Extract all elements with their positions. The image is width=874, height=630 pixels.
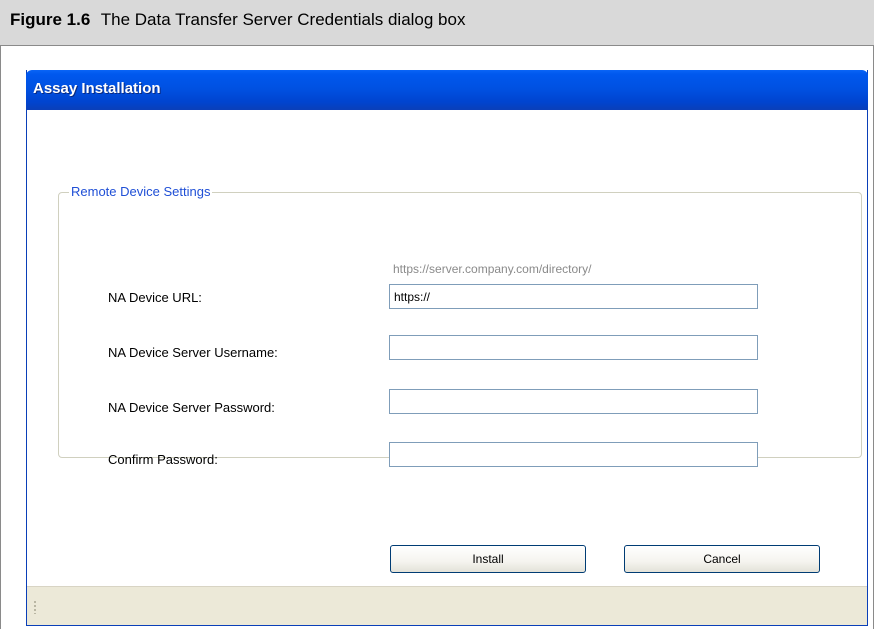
group-legend: Remote Device Settings bbox=[69, 184, 213, 199]
resize-grip-icon[interactable] bbox=[34, 600, 36, 614]
confirm-password-label: Confirm Password: bbox=[108, 452, 218, 467]
assay-installation-window: Assay Installation Remote Device Setting… bbox=[26, 70, 868, 626]
figure-caption-text: The Data Transfer Server Credentials dia… bbox=[100, 10, 466, 29]
device-url-label: NA Device URL: bbox=[108, 290, 202, 305]
status-bar bbox=[27, 586, 867, 625]
server-username-input[interactable] bbox=[389, 335, 758, 360]
url-format-hint: https://server.company.com/directory/ bbox=[393, 262, 592, 276]
server-password-label: NA Device Server Password: bbox=[108, 400, 275, 415]
window-content: Remote Device Settings https://server.co… bbox=[27, 110, 867, 586]
cancel-button[interactable]: Cancel bbox=[624, 545, 820, 573]
window-title: Assay Installation bbox=[33, 80, 161, 97]
server-username-label: NA Device Server Username: bbox=[108, 345, 278, 360]
confirm-password-input[interactable] bbox=[389, 442, 758, 467]
figure-caption: Figure 1.6 The Data Transfer Server Cred… bbox=[0, 0, 874, 46]
server-password-input[interactable] bbox=[389, 389, 758, 414]
remote-device-settings-group: Remote Device Settings bbox=[58, 184, 862, 458]
device-url-input[interactable] bbox=[389, 284, 758, 309]
window-titlebar[interactable]: Assay Installation bbox=[26, 70, 868, 110]
install-button[interactable]: Install bbox=[390, 545, 586, 573]
figure-number: Figure 1.6 bbox=[10, 10, 91, 29]
